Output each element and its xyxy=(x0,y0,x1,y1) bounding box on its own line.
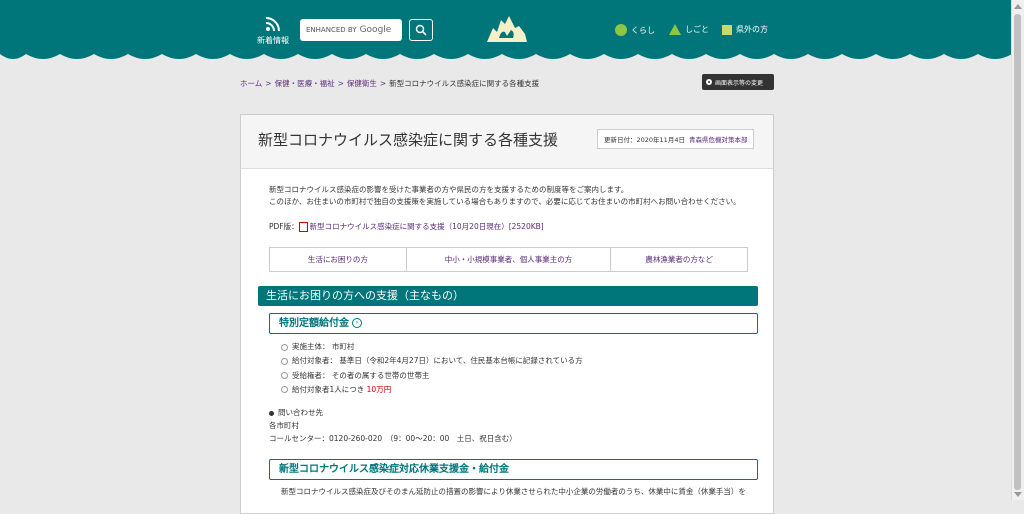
search-input[interactable]: ENHANCED BY Google xyxy=(300,19,402,41)
leave-support-text: 新型コロナウイルス感染症及びそのまん延防止の措置の影響により休業させられた中小企… xyxy=(281,487,746,496)
scrollbar-thumb[interactable] xyxy=(1014,14,1021,490)
search-enhanced-label: ENHANCED BY xyxy=(306,26,357,34)
display-settings-label: 画面表示等の変更 xyxy=(715,79,764,87)
target-icon xyxy=(706,79,712,85)
nav-shigoto[interactable]: しごと xyxy=(669,24,709,35)
nav-kurashi[interactable]: くらし xyxy=(615,24,655,36)
nav-kengai[interactable]: 県外の方 xyxy=(722,24,768,35)
inquiry-call-center: コールセンター：0120-260-020 （9：00～20：00 土日、祝日含む… xyxy=(269,434,517,443)
subheading-special-benefit[interactable]: 特別定額給付金 › xyxy=(269,313,758,334)
nav-kurashi-label: くらし xyxy=(631,25,655,35)
breadcrumb-health-hygiene[interactable]: 保健衛生 xyxy=(347,79,377,88)
bullet-icon xyxy=(281,372,288,380)
section-tabs: 生活にお困りの方 中小・小規模事業者、個人事業主の方 農林漁業者の方など xyxy=(269,247,748,272)
intro-text: 新型コロナウイルス感染症の影響を受けた事業者の方や県民の方を支援するための制度等… xyxy=(269,184,741,208)
subheading-special-benefit-label: 特別定額給付金 xyxy=(279,318,349,329)
benefit-amount: 10万円 xyxy=(366,384,392,394)
rss-icon xyxy=(265,17,280,32)
pdf-icon xyxy=(298,222,308,232)
update-info: 更新日付：2020年11月4日 青森県危機対策本部 xyxy=(597,129,755,149)
scroll-down-icon[interactable] xyxy=(1014,492,1022,497)
breadcrumb-health-welfare[interactable]: 保健・医療・福祉 xyxy=(275,79,335,88)
triangle-icon xyxy=(669,24,681,35)
display-settings-button[interactable]: 画面表示等の変更 xyxy=(702,74,774,90)
update-office-link[interactable]: 青森県危機対策本部 xyxy=(689,136,748,144)
bullet-icon xyxy=(281,357,288,365)
prefecture-logo-icon[interactable] xyxy=(485,14,529,44)
arrow-right-circle-icon: › xyxy=(352,318,362,328)
search-icon xyxy=(415,24,427,36)
tab-living-support[interactable]: 生活にお困りの方 xyxy=(270,248,406,271)
news-label: 新着情報 xyxy=(257,36,289,45)
page-title: 新型コロナウイルス感染症に関する各種支援 xyxy=(258,131,559,149)
list-item: 給付対象者： 基準日（令和2年4月27日）において、住民基本台帳に記録されている… xyxy=(281,354,583,368)
bullet-icon xyxy=(281,343,288,351)
search-google-label: Google xyxy=(359,25,392,35)
breadcrumb: ホーム > 保健・医療・福祉 > 保健衛生 > 新型コロナウイルス感染症に関する各種支援 xyxy=(240,79,540,88)
pdf-prefix: PDF版： xyxy=(269,222,299,231)
section-heading-living: 生活にお困りの方への支援（主なもの） xyxy=(258,286,758,306)
list-item: 受給権者： その者の属する世帯の世帯主 xyxy=(281,369,583,383)
news-link[interactable]: 新着情報 xyxy=(255,16,291,46)
nav-kengai-label: 県外の方 xyxy=(736,25,768,34)
search-button[interactable] xyxy=(409,19,433,41)
nav-shigoto-label: しごと xyxy=(685,25,709,34)
bullet-icon xyxy=(281,386,288,394)
intro-line-1: 新型コロナウイルス感染症の影響を受けた事業者の方や県民の方を支援するための制度等… xyxy=(269,185,629,194)
breadcrumb-home[interactable]: ホーム xyxy=(240,79,262,88)
benefit-items: 実施主体： 市町村 給付対象者： 基準日（令和2年4月27日）において、住民基本… xyxy=(281,340,583,397)
list-item: 給付対象者1人につき 10万円 xyxy=(281,383,583,397)
intro-line-2: このほか、お住まいの市町村で独自の支援策を実施している場合もありますので、必要に… xyxy=(269,197,741,206)
inquiry-label: 問い合わせ先 xyxy=(278,408,323,417)
tab-business-support[interactable]: 中小・小規模事業者、個人事業主の方 xyxy=(405,248,611,271)
list-item: 実施主体： 市町村 xyxy=(281,340,583,354)
title-area: 新型コロナウイルス感染症に関する各種支援 更新日付：2020年11月4日 青森県危… xyxy=(241,115,773,169)
update-date: 更新日付：2020年11月4日 xyxy=(604,136,685,144)
pdf-link[interactable]: 新型コロナウイルス感染症に関する支援（10月20日現在）[2520KB] xyxy=(310,222,544,231)
inquiry-org: 各市町村 xyxy=(269,421,299,430)
pdf-row: PDF版： 新型コロナウイルス感染症に関する支援（10月20日現在）[2520KB… xyxy=(269,221,544,232)
inquiry-block: 問い合わせ先 各市町村 コールセンター：0120-260-020 （9：00～2… xyxy=(269,406,517,445)
bullet-icon xyxy=(269,410,274,416)
breadcrumb-current: 新型コロナウイルス感染症に関する各種支援 xyxy=(389,79,540,88)
circle-icon xyxy=(615,24,627,36)
tab-agriculture-support[interactable]: 農林漁業者の方など xyxy=(610,248,747,271)
subheading-leave-support[interactable]: 新型コロナウイルス感染症対応休業支援金・給付金 xyxy=(269,459,758,480)
page-scrollbar[interactable] xyxy=(1011,0,1024,500)
square-icon xyxy=(722,24,732,35)
article-panel: 新型コロナウイルス感染症に関する各種支援 更新日付：2020年11月4日 青森県危… xyxy=(240,114,774,514)
scroll-up-icon[interactable] xyxy=(1014,4,1022,9)
site-header: 新着情報 ENHANCED BY Google くらし しごと 県外の方 xyxy=(0,0,1012,68)
inquiry-label-row: 問い合わせ先 xyxy=(269,406,517,419)
